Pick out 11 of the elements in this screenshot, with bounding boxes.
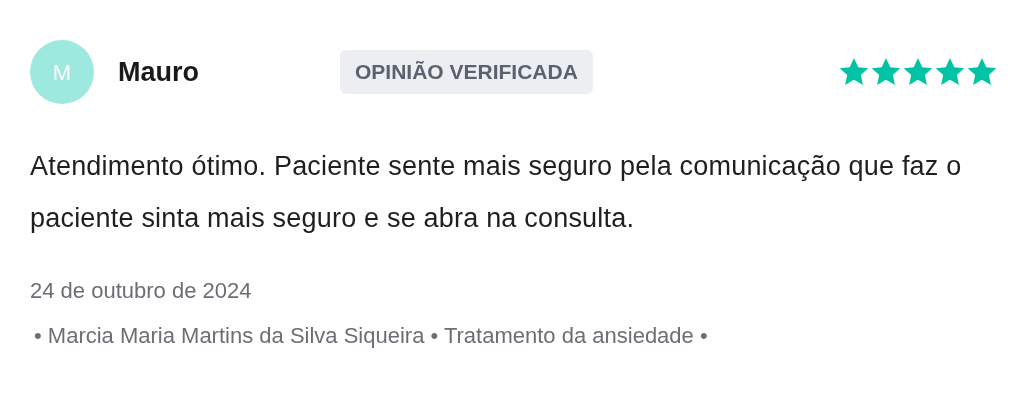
review-details: • Marcia Maria Martins da Silva Siqueira • Tratamento da ansiedade • xyxy=(34,322,709,350)
star-icon xyxy=(966,56,998,88)
star-icon xyxy=(870,56,902,88)
author-name: Mauro xyxy=(118,55,200,89)
avatar: M xyxy=(30,40,94,104)
review-text: Atendimento ótimo. Paciente sente mais seguro pela comunicação que faz o paciente sinta mais seguro e se abra na consulta. xyxy=(30,150,963,235)
star-icon xyxy=(934,56,966,88)
star-icon xyxy=(838,56,870,88)
star-icon xyxy=(902,56,934,88)
review-date: 24 de outubro de 2024 xyxy=(30,277,253,305)
verified-badge: OPINIÃO VERIFICADA xyxy=(340,50,593,94)
